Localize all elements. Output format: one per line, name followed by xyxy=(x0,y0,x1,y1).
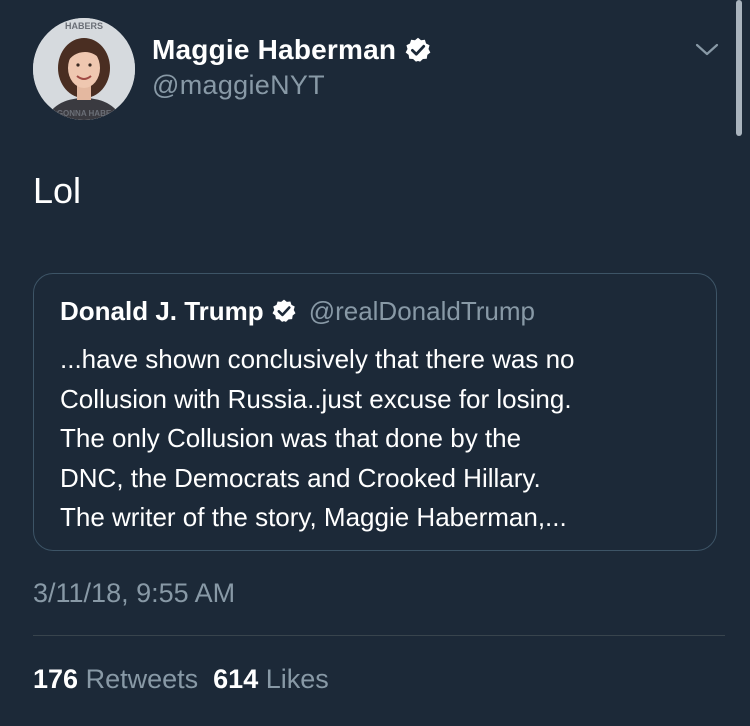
retweets-label: Retweets xyxy=(85,664,199,694)
verified-badge-icon xyxy=(272,299,296,322)
scrollbar[interactable] xyxy=(736,0,742,136)
tweet-timestamp[interactable]: 3/11/18, 9:55 AM xyxy=(33,578,235,609)
retweets-stat[interactable]: 176 Retweets xyxy=(33,664,198,694)
likes-stat[interactable]: 614 Likes xyxy=(213,664,329,694)
tweet-text: Lol xyxy=(33,170,82,211)
quoted-tweet[interactable]: Donald J. Trump @realDonaldTrump ...have… xyxy=(33,273,717,551)
avatar-top-text: HABERS xyxy=(65,21,103,31)
author-display-name[interactable]: Maggie Haberman xyxy=(152,34,396,66)
quoted-tweet-text: ...have shown conclusively that there wa… xyxy=(60,340,690,538)
quoted-text-line: DNC, the Democrats and Crooked Hillary. xyxy=(60,462,541,493)
verified-badge-icon xyxy=(405,37,431,62)
avatar[interactable]: HABERS GONNA HABE xyxy=(33,18,135,120)
divider xyxy=(33,635,725,636)
chevron-down-icon[interactable] xyxy=(690,38,724,62)
quoted-display-name: Donald J. Trump xyxy=(60,295,264,326)
tweet-author[interactable]: Maggie Haberman @maggieNYT xyxy=(152,30,432,101)
quoted-text-line: The writer of the story, Maggie Haberman… xyxy=(60,502,567,532)
likes-label: Likes xyxy=(265,664,329,694)
author-handle[interactable]: @maggieNYT xyxy=(152,70,432,101)
quoted-text-line: Collusion with Russia..just excuse for l… xyxy=(60,383,572,414)
quoted-text-line: The only Collusion was that done by the xyxy=(60,423,522,453)
quoted-text-line: ...have shown conclusively that there wa… xyxy=(60,344,575,374)
avatar-bottom-text: GONNA HABE xyxy=(57,109,112,118)
quoted-handle: @realDonaldTrump xyxy=(308,295,535,326)
retweets-count: 176 xyxy=(33,664,79,694)
tweet-stats: 176 Retweets 614 Likes xyxy=(33,664,329,695)
likes-count: 614 xyxy=(213,664,259,694)
